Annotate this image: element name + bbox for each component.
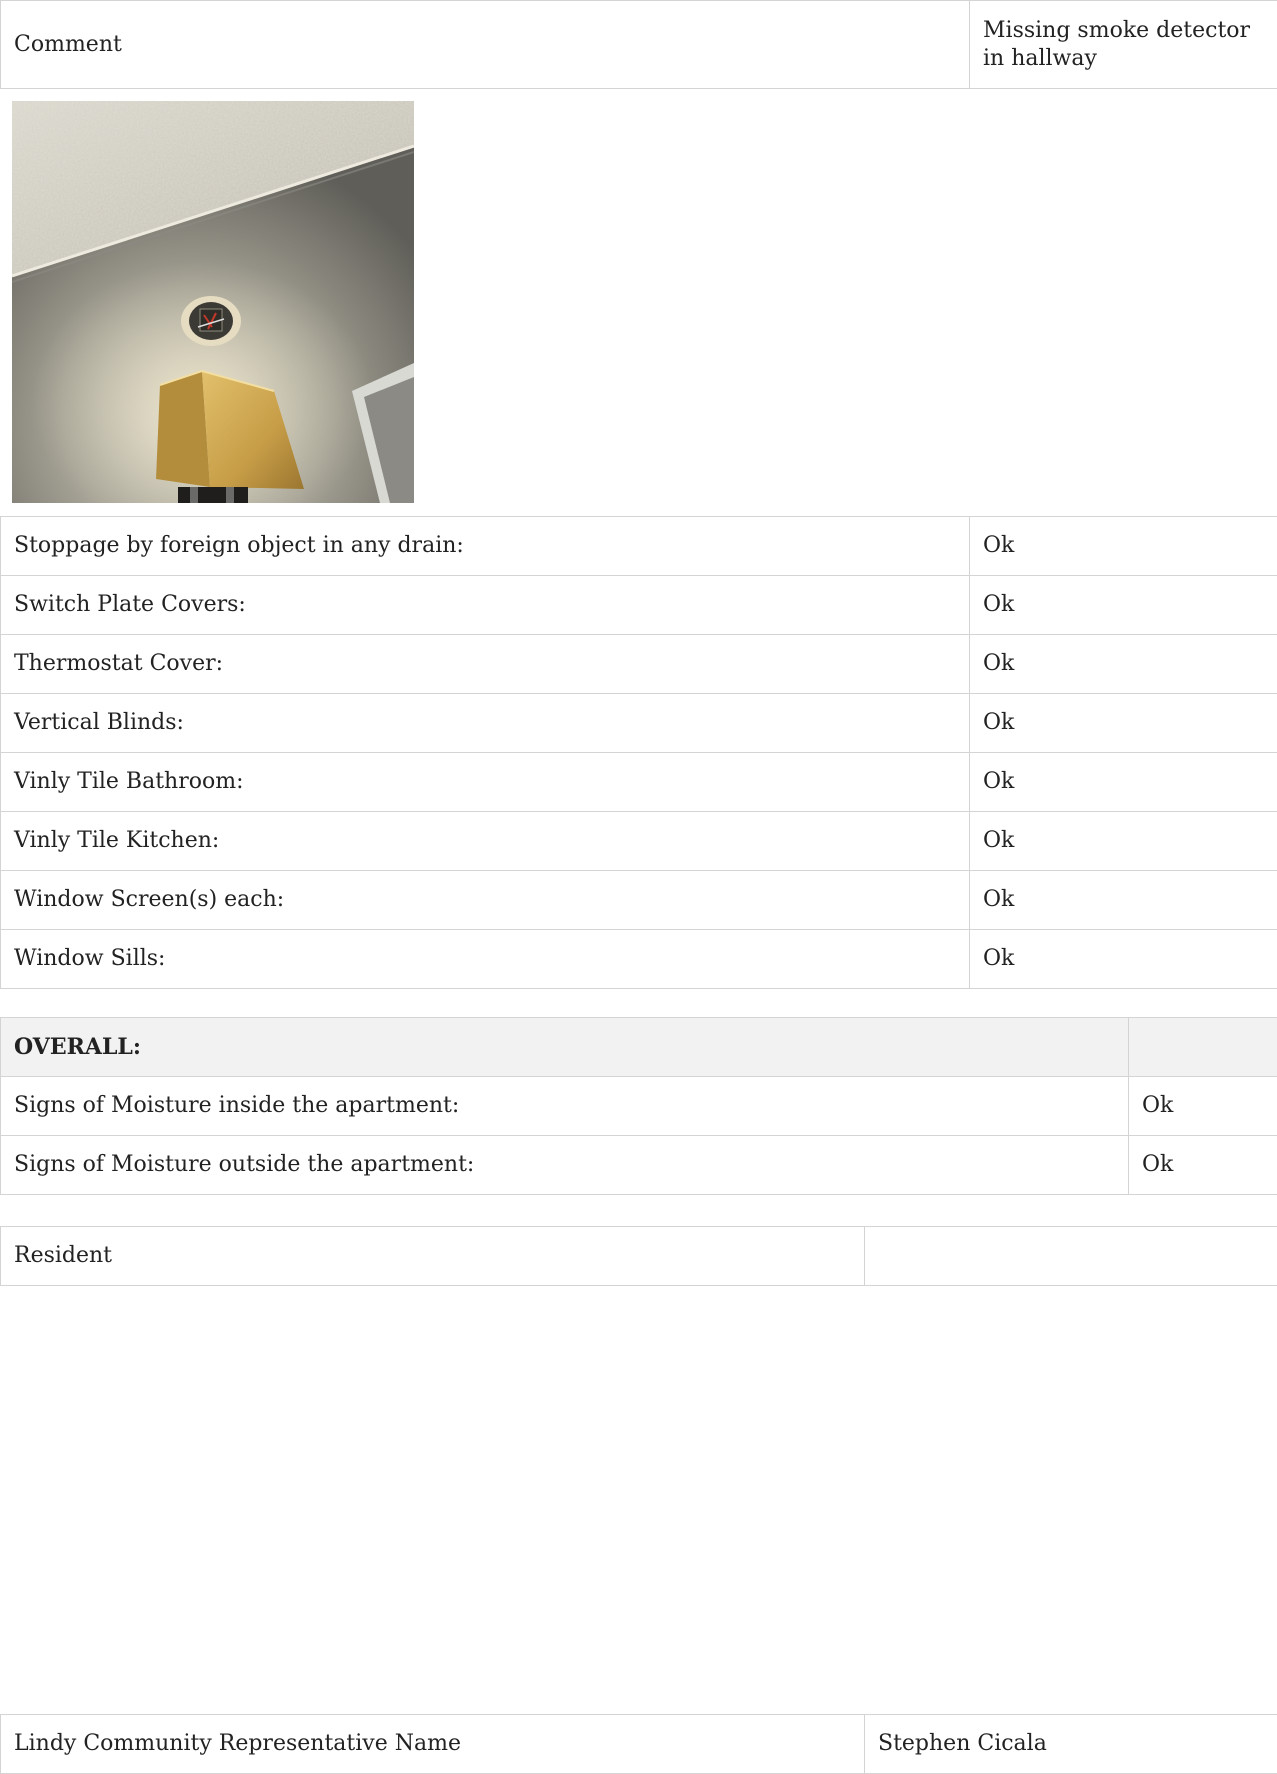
table-row: Window Sills: Ok xyxy=(0,929,1277,989)
representative-label: Lindy Community Representative Name xyxy=(0,1714,865,1774)
comment-label: Comment xyxy=(0,0,970,89)
table-row: Vinly Tile Bathroom: Ok xyxy=(0,752,1277,812)
item-label: Vinly Tile Bathroom: xyxy=(0,752,970,812)
item-status: Ok xyxy=(969,811,1277,871)
inspection-photo xyxy=(12,101,414,503)
table-row: Switch Plate Covers: Ok xyxy=(0,575,1277,635)
table-row: Vinly Tile Kitchen: Ok xyxy=(0,811,1277,871)
table-row: Signs of Moisture outside the apartment:… xyxy=(0,1135,1277,1195)
overall-heading-blank xyxy=(1128,1017,1277,1077)
table-row: Thermostat Cover: Ok xyxy=(0,634,1277,694)
item-label: Window Sills: xyxy=(0,929,970,989)
overall-table: OVERALL: Signs of Moisture inside the ap… xyxy=(0,1017,1277,1195)
table-row: Signs of Moisture inside the apartment: … xyxy=(0,1076,1277,1136)
resident-label: Resident xyxy=(0,1226,865,1286)
table-row: Stoppage by foreign object in any drain:… xyxy=(0,516,1277,576)
overall-heading: OVERALL: xyxy=(0,1017,1129,1077)
resident-row: Resident xyxy=(0,1226,1277,1286)
overall-item-status: Ok xyxy=(1128,1135,1277,1195)
overall-item-status: Ok xyxy=(1128,1076,1277,1136)
resident-table: Resident xyxy=(0,1226,1277,1286)
item-label: Stoppage by foreign object in any drain: xyxy=(0,516,970,576)
item-status: Ok xyxy=(969,634,1277,694)
item-status: Ok xyxy=(969,752,1277,812)
item-status: Ok xyxy=(969,929,1277,989)
representative-name: Stephen Cicala xyxy=(864,1714,1277,1774)
overall-item-label: Signs of Moisture inside the apartment: xyxy=(0,1076,1129,1136)
overall-item-label: Signs of Moisture outside the apartment: xyxy=(0,1135,1129,1195)
table-row: Vertical Blinds: Ok xyxy=(0,693,1277,753)
item-label: Switch Plate Covers: xyxy=(0,575,970,635)
item-label: Vertical Blinds: xyxy=(0,693,970,753)
comment-value: Missing smoke detector in hallway xyxy=(969,0,1277,89)
overall-header-row: OVERALL: xyxy=(0,1017,1277,1077)
item-status: Ok xyxy=(969,870,1277,930)
representative-table: Lindy Community Representative Name Step… xyxy=(0,1714,1277,1774)
comment-table: Comment Missing smoke detector in hallwa… xyxy=(0,0,1277,89)
resident-signature xyxy=(864,1226,1277,1286)
item-label: Thermostat Cover: xyxy=(0,634,970,694)
item-label: Window Screen(s) each: xyxy=(0,870,970,930)
item-label: Vinly Tile Kitchen: xyxy=(0,811,970,871)
item-status: Ok xyxy=(969,575,1277,635)
item-status: Ok xyxy=(969,693,1277,753)
table-row: Window Screen(s) each: Ok xyxy=(0,870,1277,930)
item-status: Ok xyxy=(969,516,1277,576)
representative-row: Lindy Community Representative Name Step… xyxy=(0,1714,1277,1774)
comment-row: Comment Missing smoke detector in hallwa… xyxy=(0,0,1277,89)
inspection-items-table: Stoppage by foreign object in any drain:… xyxy=(0,516,1277,989)
